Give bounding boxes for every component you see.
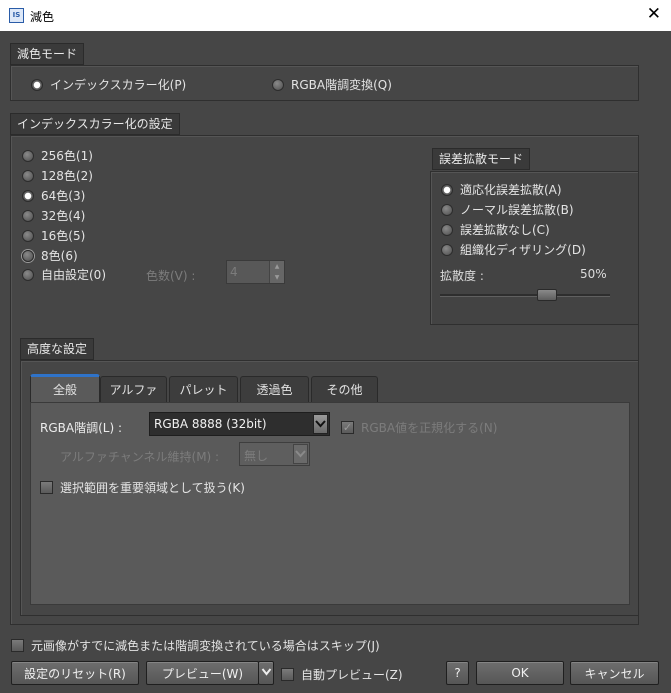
checkbox-indicator (40, 481, 53, 494)
radio-label: RGBA階調変換(Q) (291, 78, 392, 92)
color-128-radio[interactable]: 128色(2) (22, 167, 93, 184)
checkbox-indicator (281, 668, 294, 681)
cancel-button[interactable]: キャンセル (570, 661, 659, 685)
diffusion-none-radio[interactable]: 誤差拡散なし(C) (441, 221, 550, 238)
index-group-label: インデックスカラー化の設定 (10, 113, 180, 135)
advanced-group-label: 高度な設定 (20, 338, 95, 360)
radio-label: 誤差拡散なし(C) (460, 223, 550, 237)
diffusion-adaptive-radio[interactable]: 適応化誤差拡散(A) (441, 181, 562, 198)
preview-button[interactable]: プレビュー(W) (146, 661, 259, 685)
radio-indicator (272, 78, 284, 91)
radio-label: 64色(3) (41, 189, 86, 203)
preview-dropdown-button[interactable] (258, 661, 274, 685)
app-icon: IS (9, 8, 24, 23)
color-count-value: 4 (230, 265, 238, 279)
skip-checkbox[interactable]: 元画像がすでに減色または階調変換されている場合はスキップ(J) (11, 637, 380, 654)
chevron-down-icon[interactable] (293, 444, 308, 464)
normalize-label: RGBA値を正規化する(N) (361, 421, 498, 435)
diffusion-normal-radio[interactable]: ノーマル誤差拡散(B) (441, 201, 574, 218)
color-count-spinner[interactable]: 4 ▲ ▼ (226, 260, 285, 284)
reset-button[interactable]: 設定のリセット(R) (11, 661, 139, 685)
radio-label: 組織化ディザリング(D) (460, 243, 586, 257)
skip-label: 元画像がすでに減色または階調変換されている場合はスキップ(J) (31, 639, 380, 653)
diffusion-ordered-radio[interactable]: 組織化ディザリング(D) (441, 241, 586, 258)
strength-slider-thumb[interactable] (537, 289, 557, 301)
strength-slider-track[interactable] (440, 294, 610, 297)
mode-group-label: 減色モード (10, 43, 85, 65)
alpha-keep-value: 無し (244, 449, 269, 463)
radio-label: ノーマル誤差拡散(B) (460, 203, 574, 217)
auto-preview-label: 自動プレビュー(Z) (301, 668, 403, 682)
radio-label: インデックスカラー化(P) (50, 78, 187, 92)
help-button[interactable]: ? (446, 661, 469, 685)
color-custom-radio[interactable]: 自由設定(0) (22, 266, 106, 283)
tab-transparent[interactable]: 透過色 (240, 376, 309, 402)
rgba-select[interactable]: RGBA 8888 (32bit) (149, 412, 330, 436)
checkbox-indicator (11, 639, 24, 652)
tab-general[interactable]: 全般 (30, 374, 100, 402)
color-8-radio[interactable]: 8色(6) (22, 247, 78, 264)
important-area-label: 選択範囲を重要領域として扱う(K) (60, 481, 245, 495)
color-count-label: 色数(V) : (146, 269, 196, 283)
chevron-down-icon (261, 665, 272, 682)
advanced-tab-strip: 全般 アルファ パレット 透過色 その他 (30, 374, 630, 404)
color-64-radio[interactable]: 64色(3) (22, 187, 85, 204)
mode-rgba-radio[interactable]: RGBA階調変換(Q) (272, 76, 392, 93)
dialog-body: 減色モード インデックスカラー化(P) RGBA階調変換(Q) インデックスカラ… (0, 31, 671, 693)
spin-down-icon[interactable]: ▼ (269, 272, 284, 283)
diffusion-group-label: 誤差拡散モード (432, 148, 531, 170)
window-title: 減色 (30, 10, 55, 24)
rgba-label: RGBA階調(L) : (40, 421, 122, 435)
ok-button[interactable]: OK (476, 661, 564, 685)
radio-indicator (31, 78, 43, 91)
radio-label: 128色(2) (41, 169, 93, 183)
color-256-radio[interactable]: 256色(1) (22, 147, 93, 164)
alpha-keep-label: アルファチャンネル維持(M) : (60, 450, 220, 464)
strength-value: 50% (580, 267, 607, 281)
close-icon[interactable]: ✕ (647, 4, 661, 24)
radio-label: 自由設定(0) (41, 268, 106, 282)
radio-label: 256色(1) (41, 149, 93, 163)
tab-palette[interactable]: パレット (169, 376, 238, 402)
mode-index-radio[interactable]: インデックスカラー化(P) (31, 76, 186, 93)
tab-alpha[interactable]: アルファ (100, 376, 167, 402)
title-bar: IS 減色 ✕ (0, 0, 671, 31)
color-16-radio[interactable]: 16色(5) (22, 227, 85, 244)
rgba-select-value: RGBA 8888 (32bit) (154, 417, 267, 431)
color-32-radio[interactable]: 32色(4) (22, 207, 85, 224)
auto-preview-checkbox[interactable]: 自動プレビュー(Z) (281, 666, 403, 683)
chevron-down-icon[interactable] (313, 414, 328, 434)
alpha-keep-select[interactable]: 無し (239, 442, 310, 466)
radio-label: 8色(6) (41, 249, 78, 263)
check-icon: ✓ (341, 421, 354, 434)
radio-label: 16色(5) (41, 229, 86, 243)
important-area-checkbox[interactable]: 選択範囲を重要領域として扱う(K) (40, 479, 245, 496)
radio-label: 32色(4) (41, 209, 86, 223)
strength-label: 拡散度 : (440, 269, 484, 283)
spin-up-icon[interactable]: ▲ (269, 261, 284, 272)
radio-label: 適応化誤差拡散(A) (460, 183, 562, 197)
tab-other[interactable]: その他 (311, 376, 378, 402)
normalize-checkbox[interactable]: ✓ RGBA値を正規化する(N) (341, 419, 497, 436)
